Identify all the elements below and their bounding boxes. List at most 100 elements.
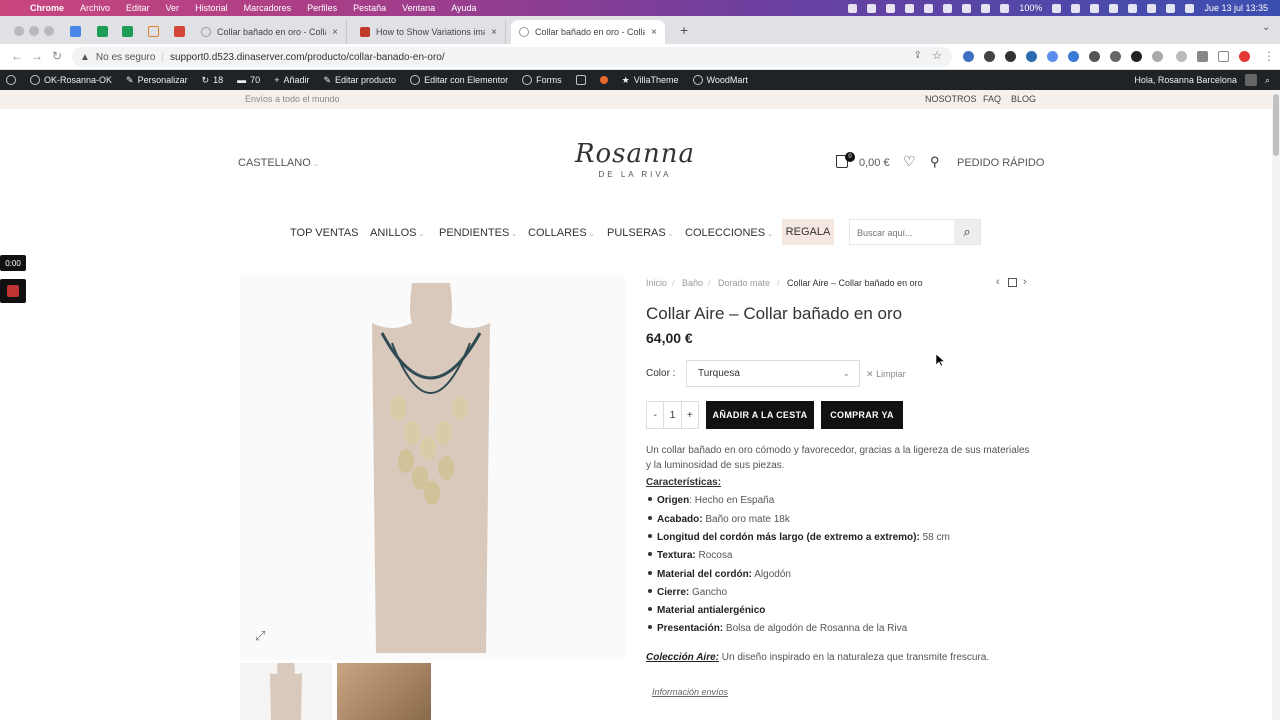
prev-product-icon[interactable]: ‹ [996, 276, 1000, 288]
qty-input[interactable]: 1 [664, 402, 682, 428]
qty-plus-button[interactable]: + [682, 402, 698, 428]
admin-greeting[interactable]: Hola, Rosanna Barcelona [1134, 75, 1237, 85]
admin-updates-link[interactable]: ↻ 18 [202, 75, 224, 86]
battery-icon[interactable] [1052, 3, 1062, 13]
menubar-datetime[interactable]: Jue 13 jul 13:35 [1204, 3, 1268, 13]
admin-avatar[interactable] [1244, 74, 1257, 86]
nav-link-nosotros[interactable]: NOSOTROS [925, 94, 977, 104]
menu-ver[interactable]: Ver [166, 3, 180, 13]
tab-search-chevron-icon[interactable]: ⌄ [1262, 22, 1270, 33]
product-thumbnail[interactable] [240, 663, 332, 720]
menu-archivo[interactable]: Archivo [80, 3, 110, 13]
cart-total[interactable]: 0,00 € [859, 157, 890, 169]
search-input[interactable] [857, 228, 957, 238]
extension-icon[interactable] [1068, 51, 1079, 62]
browser-tab[interactable]: How to Show Variations image... × [352, 20, 506, 44]
back-icon[interactable]: ← [11, 49, 23, 63]
volume-icon[interactable] [1071, 3, 1081, 13]
breadcrumb-bano[interactable]: Baño [682, 278, 703, 288]
url-text[interactable]: support0.d523.dinaserver.com/producto/co… [170, 52, 445, 63]
forward-icon[interactable]: → [31, 49, 43, 63]
menu-ayuda[interactable]: Ayuda [451, 3, 476, 13]
menu-perfiles[interactable]: Perfiles [307, 3, 337, 13]
menu-ventana[interactable]: Ventana [402, 3, 435, 13]
extension-icon[interactable] [1089, 51, 1100, 62]
profile-avatar-icon[interactable] [1239, 51, 1250, 62]
extension-icon[interactable] [1026, 51, 1037, 62]
menu-pendientes[interactable]: PENDIENTES ⌄ [439, 227, 517, 239]
admin-site-link[interactable]: OK-Rosanna-OK [30, 75, 112, 85]
admin-comments-link[interactable]: ▬ 70 [237, 75, 260, 85]
add-to-cart-button[interactable]: AÑADIR A LA CESTA [706, 401, 814, 429]
menu-historial[interactable]: Historial [195, 3, 228, 13]
status-icon[interactable] [943, 3, 953, 13]
window-zoom-icon[interactable] [44, 26, 54, 36]
grid-view-icon[interactable] [1008, 278, 1017, 287]
flag-icon[interactable] [1109, 3, 1119, 13]
extension-icon[interactable] [963, 51, 974, 62]
bluetooth-icon[interactable] [1090, 3, 1100, 13]
clear-variation-link[interactable]: ✕ Limpiar [866, 369, 906, 380]
window-close-icon[interactable] [14, 26, 24, 36]
share-icon[interactable]: ⇪ [914, 50, 922, 61]
status-icon[interactable] [962, 3, 972, 13]
status-icon[interactable] [924, 3, 934, 13]
admin-seo-status-icon[interactable] [599, 76, 608, 84]
pinned-tab-translate-icon[interactable] [70, 26, 81, 37]
bookmark-star-icon[interactable]: ☆ [932, 49, 942, 62]
status-icon[interactable] [1000, 3, 1010, 13]
status-icon[interactable] [886, 3, 896, 13]
pinned-tab-sheets-icon[interactable] [97, 26, 108, 37]
stop-recording-button[interactable] [0, 279, 26, 303]
menu-pestana[interactable]: Pestaña [353, 3, 386, 13]
extension-icon[interactable] [1152, 51, 1163, 62]
admin-yoast-icon[interactable] [575, 75, 586, 85]
status-icon[interactable] [848, 3, 858, 13]
address-bar[interactable]: ▲ No es seguro | support0.d523.dinaserve… [72, 47, 952, 67]
wifi-icon[interactable] [1128, 3, 1138, 13]
pinned-tab-gmail-icon[interactable] [174, 26, 185, 37]
tab-close-icon[interactable]: × [651, 27, 657, 38]
menu-top-ventas[interactable]: TOP VENTAS [290, 227, 358, 239]
status-icon[interactable] [867, 3, 877, 13]
reload-icon[interactable]: ↻ [52, 49, 62, 63]
menu-app-name[interactable]: Chrome [30, 3, 64, 13]
extension-icon[interactable] [1047, 51, 1058, 62]
pinned-tab-sheets-icon[interactable] [122, 26, 133, 37]
admin-villatheme-link[interactable]: ★ VillaTheme [622, 75, 679, 86]
admin-forms-link[interactable]: Forms [522, 75, 562, 85]
extension-icon[interactable] [1176, 51, 1187, 62]
nav-link-faq[interactable]: FAQ [983, 94, 1001, 104]
search-icon[interactable] [1166, 3, 1176, 13]
wordpress-logo-icon[interactable] [6, 75, 16, 85]
extension-icon[interactable] [1131, 51, 1142, 62]
breadcrumb-dorado-mate[interactable]: Dorado mate [718, 278, 770, 288]
extension-icon[interactable] [984, 51, 995, 62]
page-scrollbar[interactable] [1272, 90, 1280, 720]
scrollbar-thumb[interactable] [1273, 94, 1279, 156]
side-panel-icon[interactable] [1218, 51, 1229, 62]
nav-link-blog[interactable]: BLOG [1011, 94, 1036, 104]
breadcrumb-inicio[interactable]: Inicio [646, 278, 667, 288]
product-thumbnail[interactable] [337, 663, 431, 720]
status-icon[interactable] [981, 3, 991, 13]
pinned-tab-drive-icon[interactable] [148, 26, 159, 37]
language-selector[interactable]: CASTELLANO ⌄ [238, 157, 319, 169]
extension-icon[interactable] [1005, 51, 1016, 62]
site-logo[interactable]: Rosanna DE LA RIVA [560, 138, 710, 188]
browser-tab-active[interactable]: Collar bañado en oro - Collar A... × [511, 20, 665, 44]
search-button[interactable]: ⌕ [954, 220, 980, 244]
admin-woodmart-link[interactable]: WoodMart [692, 75, 748, 85]
warning-icon[interactable]: ▲ [80, 52, 90, 63]
extensions-puzzle-icon[interactable] [1197, 51, 1208, 62]
quick-order-link[interactable]: PEDIDO RÁPIDO [957, 157, 1044, 169]
extension-icon[interactable] [1110, 51, 1121, 62]
tab-close-icon[interactable]: × [332, 27, 338, 38]
admin-elementor-link[interactable]: Editar con Elementor [410, 75, 508, 85]
wishlist-heart-icon[interactable]: ♡ [903, 153, 916, 170]
zoom-expand-icon[interactable]: ⤢ [255, 628, 265, 644]
next-product-icon[interactable]: › [1023, 276, 1027, 288]
menu-editar[interactable]: Editar [126, 3, 150, 13]
menu-marcadores[interactable]: Marcadores [244, 3, 292, 13]
menu-colecciones[interactable]: COLECCIONES ⌄ [685, 227, 773, 239]
